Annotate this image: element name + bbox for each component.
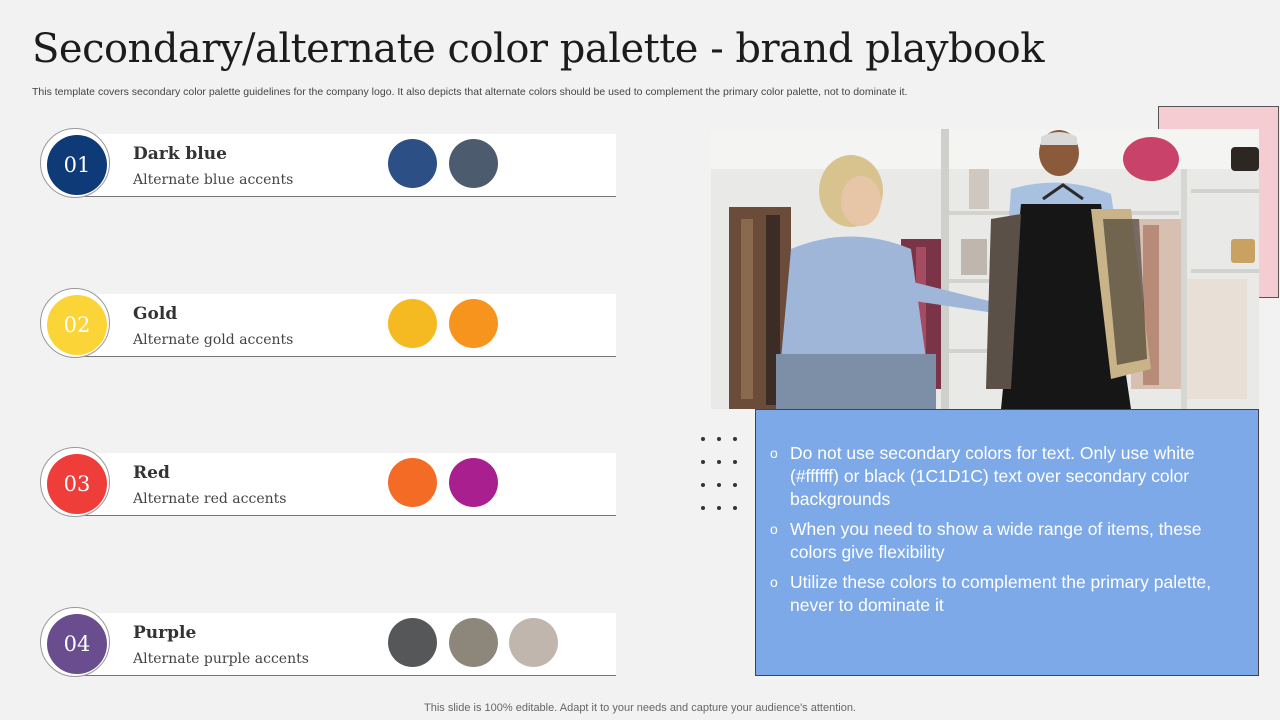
bullet-icon: o <box>770 574 778 590</box>
number-badge: 03 <box>47 454 107 514</box>
guideline-item: o When you need to show a wide range of … <box>770 518 1238 564</box>
number-badge: 04 <box>47 614 107 674</box>
boutique-shopping-photo <box>711 129 1259 409</box>
palette-description: Alternate gold accents <box>133 332 294 348</box>
page-title: Secondary/alternate color palette - bran… <box>32 26 1044 72</box>
guideline-text: Do not use secondary colors for text. On… <box>790 443 1195 509</box>
guideline-text: When you need to show a wide range of it… <box>790 519 1202 562</box>
color-swatch <box>388 139 437 188</box>
color-swatch <box>509 618 558 667</box>
palette-row-dark-blue: 01 Dark blue Alternate blue accents <box>0 126 640 206</box>
footer-note: This slide is 100% editable. Adapt it to… <box>424 702 856 714</box>
color-swatch <box>449 139 498 188</box>
color-swatch <box>449 618 498 667</box>
palette-name: Purple <box>133 623 197 643</box>
palette-description: Alternate red accents <box>133 491 287 507</box>
bullet-icon: o <box>770 521 778 537</box>
palette-name: Dark blue <box>133 144 227 164</box>
color-swatch <box>388 618 437 667</box>
page-subtitle: This template covers secondary color pal… <box>32 86 908 98</box>
guideline-text: Utilize these colors to complement the p… <box>790 572 1212 615</box>
decorative-dot-grid <box>701 437 737 510</box>
palette-row-red: 03 Red Alternate red accents <box>0 445 640 525</box>
palette-description: Alternate blue accents <box>133 172 294 188</box>
guidelines-box: o Do not use secondary colors for text. … <box>755 409 1259 676</box>
palette-name: Gold <box>133 304 178 324</box>
color-swatch <box>388 299 437 348</box>
number-badge: 02 <box>47 295 107 355</box>
color-swatch <box>388 458 437 507</box>
palette-row-purple: 04 Purple Alternate purple accents <box>0 605 640 685</box>
number-badge: 01 <box>47 135 107 195</box>
bullet-icon: o <box>770 445 778 461</box>
guideline-item: o Do not use secondary colors for text. … <box>770 442 1238 511</box>
color-swatch <box>449 299 498 348</box>
guideline-item: o Utilize these colors to complement the… <box>770 571 1238 617</box>
palette-name: Red <box>133 463 170 483</box>
palette-description: Alternate purple accents <box>133 651 309 667</box>
color-swatch <box>449 458 498 507</box>
palette-row-gold: 02 Gold Alternate gold accents <box>0 286 640 366</box>
